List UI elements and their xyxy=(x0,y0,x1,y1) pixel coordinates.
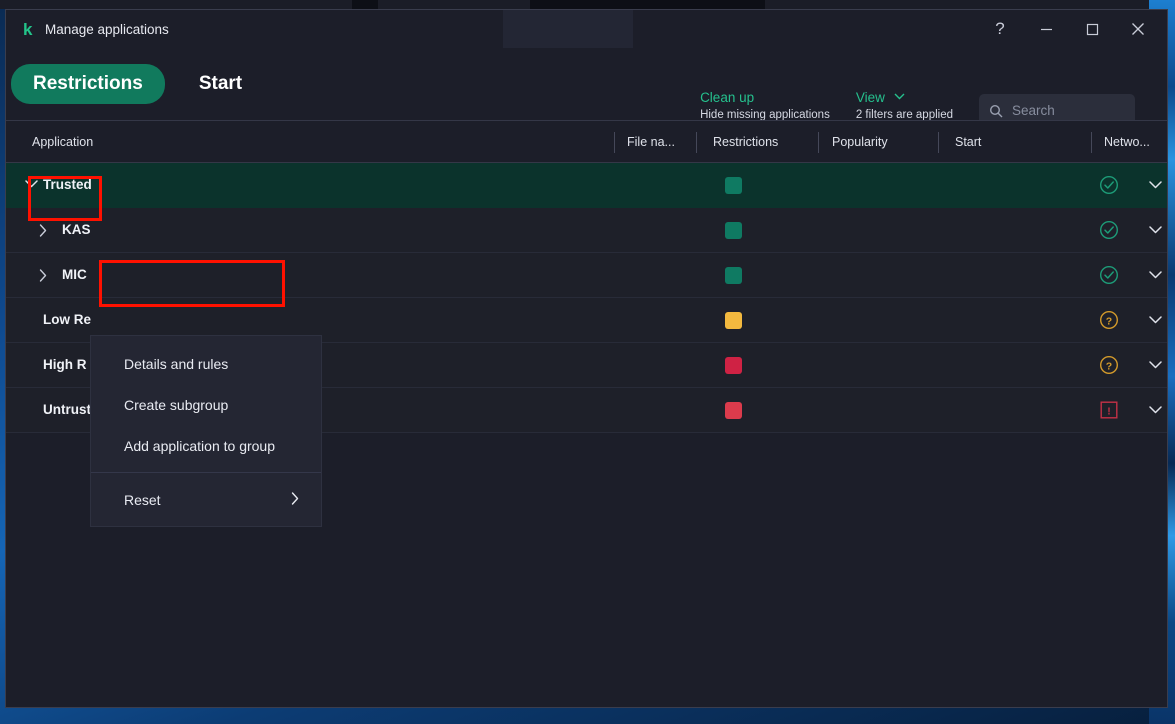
applications-table: Application File na... Restrictions Popu… xyxy=(6,120,1167,707)
column-divider[interactable] xyxy=(818,132,819,153)
row-application-name: Low Re xyxy=(43,312,92,327)
network-status-icon xyxy=(1099,220,1119,240)
network-status-icon xyxy=(1099,265,1119,285)
table-row[interactable]: MIC xyxy=(6,253,1167,298)
context-menu-item-add-application-to-group[interactable]: Add application to group xyxy=(91,425,321,466)
tab-bar: Restrictions Start xyxy=(11,64,264,104)
minimize-button[interactable] xyxy=(1023,13,1069,45)
network-status-icon: ? xyxy=(1099,355,1119,375)
row-menu-chevron-icon[interactable] xyxy=(1149,403,1162,417)
row-application-name: KAS xyxy=(62,222,91,237)
title-bar: k Manage applications ? xyxy=(6,10,1167,48)
row-application-name: MIC xyxy=(62,267,87,282)
context-menu-item-label: Create subgroup xyxy=(124,396,229,413)
row-menu-chevron-icon[interactable] xyxy=(1149,313,1162,327)
network-status-icon xyxy=(1099,175,1119,195)
window-controls: ? xyxy=(977,10,1161,48)
column-header-file-name[interactable]: File na... xyxy=(627,135,675,149)
context-menu-item-label: Details and rules xyxy=(124,355,229,372)
context-menu-item-label: Reset xyxy=(124,491,161,508)
column-divider[interactable] xyxy=(614,132,615,153)
desktop-top-strip xyxy=(0,0,1175,9)
restriction-level-swatch xyxy=(725,402,742,419)
view-action[interactable]: View 2 filters are applied xyxy=(856,90,953,121)
network-status-icon: ? xyxy=(1099,310,1119,330)
column-header-restrictions[interactable]: Restrictions xyxy=(713,135,778,149)
toolbar: Restrictions Start Clean up Hide missing… xyxy=(6,48,1167,127)
column-header-network[interactable]: Netwo... xyxy=(1104,135,1150,149)
submenu-chevron-right-icon xyxy=(291,491,299,508)
column-divider[interactable] xyxy=(1091,132,1092,153)
help-button[interactable]: ? xyxy=(977,13,1023,45)
row-application-name: High R xyxy=(43,357,87,372)
close-button[interactable] xyxy=(1115,13,1161,45)
svg-text:!: ! xyxy=(1107,405,1111,417)
clean-up-action[interactable]: Clean up Hide missing applications xyxy=(700,90,830,121)
row-menu-chevron-icon[interactable] xyxy=(1149,223,1162,237)
column-header-start[interactable]: Start xyxy=(955,135,981,149)
restriction-level-swatch xyxy=(725,312,742,329)
row-expand-chevron-icon[interactable] xyxy=(25,179,38,191)
column-divider[interactable] xyxy=(938,132,939,153)
svg-text:?: ? xyxy=(1106,360,1112,372)
table-header-row: Application File na... Restrictions Popu… xyxy=(6,120,1167,163)
table-row[interactable]: KAS xyxy=(6,208,1167,253)
table-row[interactable]: Trusted xyxy=(6,163,1167,208)
manage-applications-window: k Manage applications ? Restrictions Sta… xyxy=(5,9,1168,708)
column-divider[interactable] xyxy=(696,132,697,153)
row-expand-chevron-icon[interactable] xyxy=(39,269,47,285)
window-title: Manage applications xyxy=(44,21,169,37)
clean-up-label: Clean up xyxy=(700,90,755,105)
chevron-down-icon xyxy=(894,92,905,103)
column-header-application[interactable]: Application xyxy=(32,135,93,149)
context-menu-item-details-and-rules[interactable]: Details and rules xyxy=(91,343,321,384)
row-menu-chevron-icon[interactable] xyxy=(1149,268,1162,282)
context-menu-item-reset[interactable]: Reset xyxy=(91,479,321,520)
kaspersky-logo-icon: k xyxy=(23,19,32,39)
network-status-icon: ! xyxy=(1099,400,1119,420)
context-menu-separator xyxy=(91,472,321,473)
search-icon xyxy=(989,104,1003,118)
row-expand-chevron-icon[interactable] xyxy=(39,224,47,240)
view-label: View xyxy=(855,90,885,105)
tab-start[interactable]: Start xyxy=(177,64,264,104)
row-menu-chevron-icon[interactable] xyxy=(1149,178,1162,192)
svg-text:?: ? xyxy=(1106,315,1112,327)
row-menu-chevron-icon[interactable] xyxy=(1149,358,1162,372)
restriction-level-swatch xyxy=(725,177,742,194)
row-application-name: Trusted xyxy=(43,177,92,192)
context-menu-item-create-subgroup[interactable]: Create subgroup xyxy=(91,384,321,425)
title-bar-inactive-region xyxy=(503,10,633,48)
context-menu: Details and rules Create subgroup Add appl… xyxy=(90,335,322,527)
column-header-popularity[interactable]: Popularity xyxy=(832,135,888,149)
context-menu-item-label: Add application to group xyxy=(124,437,275,454)
restriction-level-swatch xyxy=(725,222,742,239)
maximize-button[interactable] xyxy=(1069,13,1115,45)
restriction-level-swatch xyxy=(725,267,742,284)
search-input[interactable] xyxy=(1012,103,1125,118)
tab-restrictions[interactable]: Restrictions xyxy=(11,64,165,104)
restriction-level-swatch xyxy=(725,357,742,374)
